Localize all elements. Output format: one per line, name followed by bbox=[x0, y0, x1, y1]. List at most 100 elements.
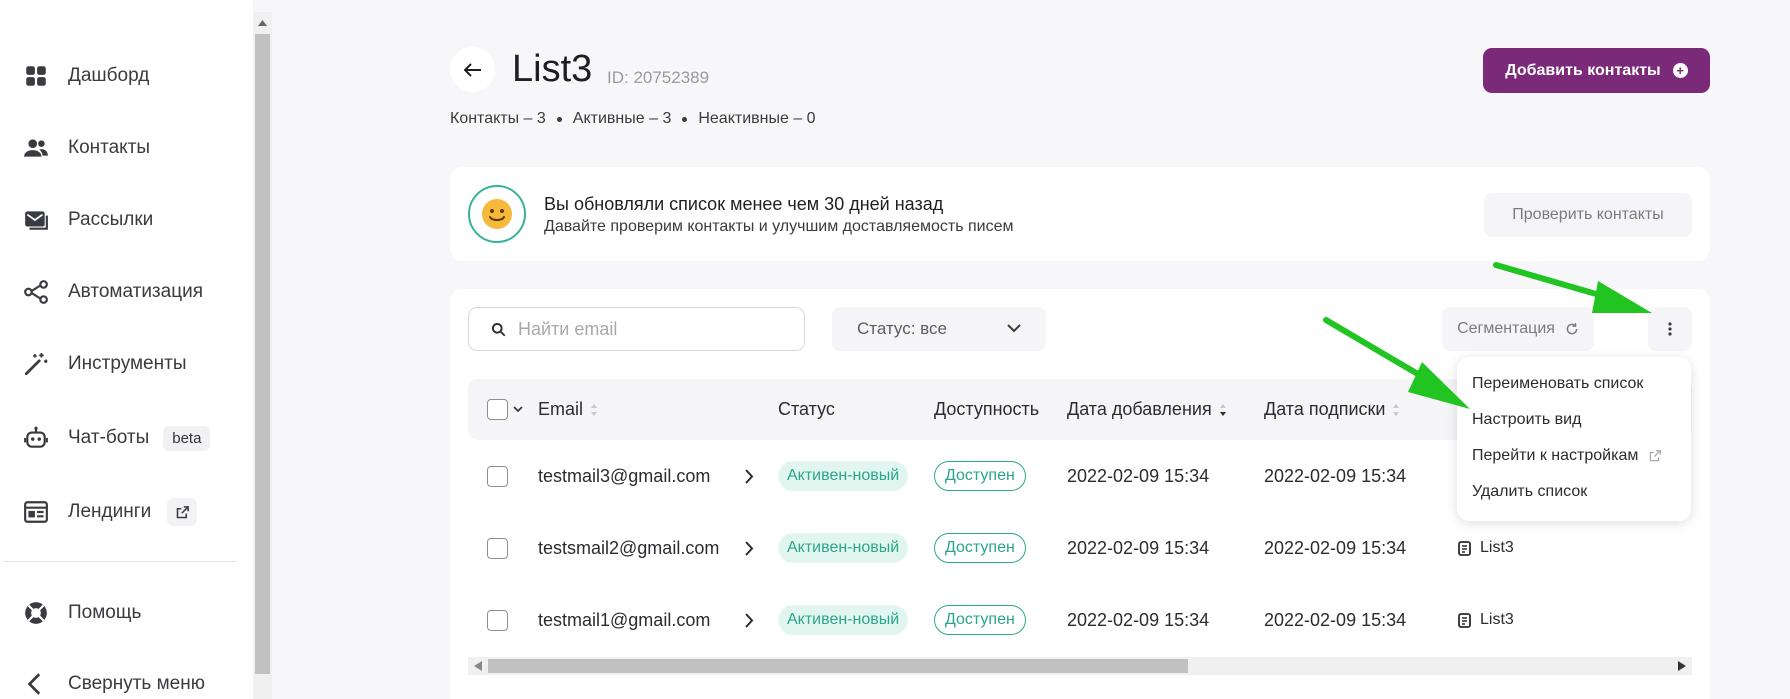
chevron-right-icon[interactable] bbox=[745, 590, 754, 650]
row-email[interactable]: testsmail2@gmail.com bbox=[538, 518, 719, 578]
column-label: Email bbox=[538, 399, 584, 419]
notice-title: Вы обновляли список менее чем 30 дней на… bbox=[544, 194, 944, 214]
column-label: Дата добавления bbox=[1067, 399, 1212, 419]
sidebar-divider bbox=[4, 561, 236, 562]
status-filter-select[interactable]: Статус: все bbox=[832, 307, 1046, 351]
sidebar-item-contacts[interactable]: Контакты bbox=[22, 128, 150, 168]
notice-subtitle: Давайте проверим контакты и улучшим дост… bbox=[544, 218, 1014, 235]
subscription-date: 2022-02-09 15:34 bbox=[1264, 465, 1407, 486]
list-name: List3 bbox=[1480, 539, 1514, 556]
scrollbar-thumb[interactable] bbox=[255, 34, 270, 674]
scroll-up-arrow-icon[interactable] bbox=[253, 12, 272, 34]
delete-list-item[interactable]: Удалить список bbox=[1472, 483, 1587, 501]
list-doc-icon bbox=[1458, 540, 1471, 556]
separator-dot bbox=[682, 116, 688, 122]
row-email[interactable]: testmail3@gmail.com bbox=[538, 446, 710, 506]
sidebar-item-automation[interactable]: Автоматизация bbox=[22, 272, 203, 312]
sidebar-item-mailings[interactable]: Рассылки bbox=[22, 200, 153, 240]
list-cell: List3 bbox=[1458, 590, 1514, 650]
dashboard-icon bbox=[22, 62, 50, 90]
table-row[interactable]: testmail1@gmail.com Активен-новый Доступ… bbox=[468, 590, 1692, 650]
select-all-checkbox[interactable] bbox=[487, 379, 523, 440]
sidebar-item-help[interactable]: Помощь bbox=[22, 593, 141, 633]
collapse-menu-button[interactable]: Свернуть меню bbox=[22, 664, 205, 699]
scroll-right-arrow-icon[interactable] bbox=[1678, 661, 1686, 671]
column-availability: Доступность bbox=[934, 379, 1039, 440]
lifebuoy-icon bbox=[22, 599, 50, 627]
sidebar-item-label: Дашборд bbox=[68, 65, 150, 86]
sort-desc-icon[interactable] bbox=[1219, 403, 1227, 417]
sidebar-item-dashboard[interactable]: Дашборд bbox=[22, 56, 149, 96]
go-to-settings-item[interactable]: Перейти к настройкам bbox=[1472, 447, 1662, 465]
kebab-menu-icon bbox=[1668, 322, 1672, 336]
checkbox-box bbox=[487, 399, 508, 420]
sidebar-item-label: Свернуть меню bbox=[68, 673, 205, 694]
column-status: Статус bbox=[778, 379, 835, 440]
column-email[interactable]: Email bbox=[538, 379, 598, 440]
add-contacts-button[interactable]: Добавить контакты + bbox=[1483, 48, 1710, 93]
subscription-date: 2022-02-09 15:34 bbox=[1264, 609, 1407, 630]
sidebar-item-label: Контакты bbox=[68, 137, 151, 158]
sidebar-item-label: Рассылки bbox=[68, 209, 154, 230]
scroll-left-arrow-icon[interactable] bbox=[474, 661, 482, 671]
search-input[interactable]: Найти email bbox=[468, 307, 805, 351]
status-cell: Активен-новый bbox=[778, 446, 909, 506]
list-stats: Контакты – 3 Активные – 3 Неактивные – 0 bbox=[450, 110, 816, 128]
availability-cell: Доступен bbox=[934, 446, 1026, 506]
check-contacts-button[interactable]: Проверить контакты bbox=[1484, 193, 1692, 237]
status-badge: Активен-новый bbox=[778, 533, 909, 563]
table-row[interactable]: testsmail2@gmail.com Активен-новый Досту… bbox=[468, 518, 1692, 578]
list-options-menu: Переименовать список Настроить вид Перей… bbox=[1457, 357, 1691, 521]
date-added: 2022-02-09 15:34 bbox=[1067, 537, 1210, 558]
configure-view-item[interactable]: Настроить вид bbox=[1472, 411, 1581, 429]
chevron-right-icon[interactable] bbox=[745, 446, 754, 506]
menu-item-label: Перейти к настройкам bbox=[1472, 447, 1639, 464]
sidebar-item-label: Чат-боты bbox=[68, 427, 150, 448]
date-added: 2022-02-09 15:34 bbox=[1067, 609, 1210, 630]
back-button[interactable] bbox=[450, 47, 495, 92]
external-link-icon bbox=[167, 498, 198, 526]
row-checkbox[interactable] bbox=[487, 590, 508, 650]
chevron-down-icon bbox=[1007, 324, 1021, 333]
date-added: 2022-02-09 15:34 bbox=[1067, 465, 1210, 486]
horizontal-scrollbar[interactable] bbox=[468, 657, 1692, 675]
list-cell: List3 bbox=[1458, 518, 1514, 578]
list-id: ID: 20752389 bbox=[607, 68, 710, 87]
chevron-down-icon[interactable] bbox=[513, 406, 523, 413]
vertical-scrollbar[interactable] bbox=[253, 12, 272, 699]
availability-badge: Доступен bbox=[934, 461, 1026, 491]
row-email[interactable]: testmail1@gmail.com bbox=[538, 590, 710, 650]
column-date-added[interactable]: Дата добавления bbox=[1067, 379, 1227, 440]
stat-inactive: Неактивные – 0 bbox=[698, 110, 816, 127]
row-checkbox[interactable] bbox=[487, 446, 508, 506]
subscription-date: 2022-02-09 15:34 bbox=[1264, 537, 1407, 558]
annotation-arrow-icon bbox=[1323, 317, 1470, 409]
rename-list-item[interactable]: Переименовать список bbox=[1472, 375, 1643, 393]
sidebar-item-label: Лендинги bbox=[68, 501, 152, 522]
availability-cell: Доступен bbox=[934, 590, 1026, 650]
chevron-left-icon bbox=[22, 670, 50, 698]
sidebar-item-tools[interactable]: Инструменты bbox=[22, 344, 186, 384]
scrollbar-thumb[interactable] bbox=[488, 659, 1188, 673]
list-name: List3 bbox=[1480, 611, 1514, 628]
robot-icon bbox=[22, 424, 50, 452]
mail-icon bbox=[22, 206, 50, 234]
availability-badge: Доступен bbox=[934, 605, 1026, 635]
plus-circle-icon: + bbox=[1672, 63, 1688, 78]
column-label: Доступность bbox=[934, 399, 1040, 419]
arrow-left-icon bbox=[463, 62, 481, 77]
search-icon bbox=[491, 322, 506, 336]
sidebar-item-label: Автоматизация bbox=[68, 281, 203, 302]
sidebar-item-chatbots[interactable]: Чат-боты beta bbox=[22, 418, 211, 458]
contacts-icon bbox=[22, 134, 50, 162]
sort-icon[interactable] bbox=[590, 403, 598, 417]
magic-wand-icon bbox=[22, 350, 50, 378]
sidebar-item-landings[interactable]: Лендинги bbox=[22, 492, 198, 532]
row-checkbox[interactable] bbox=[487, 518, 508, 578]
availability-badge: Доступен bbox=[934, 533, 1026, 563]
stat-active: Активные – 3 bbox=[572, 110, 672, 127]
checkbox-box bbox=[487, 465, 508, 487]
update-notice-card: Вы обновляли список менее чем 30 дней на… bbox=[450, 167, 1710, 261]
smiley-icon bbox=[468, 185, 526, 243]
chevron-right-icon[interactable] bbox=[745, 518, 754, 578]
